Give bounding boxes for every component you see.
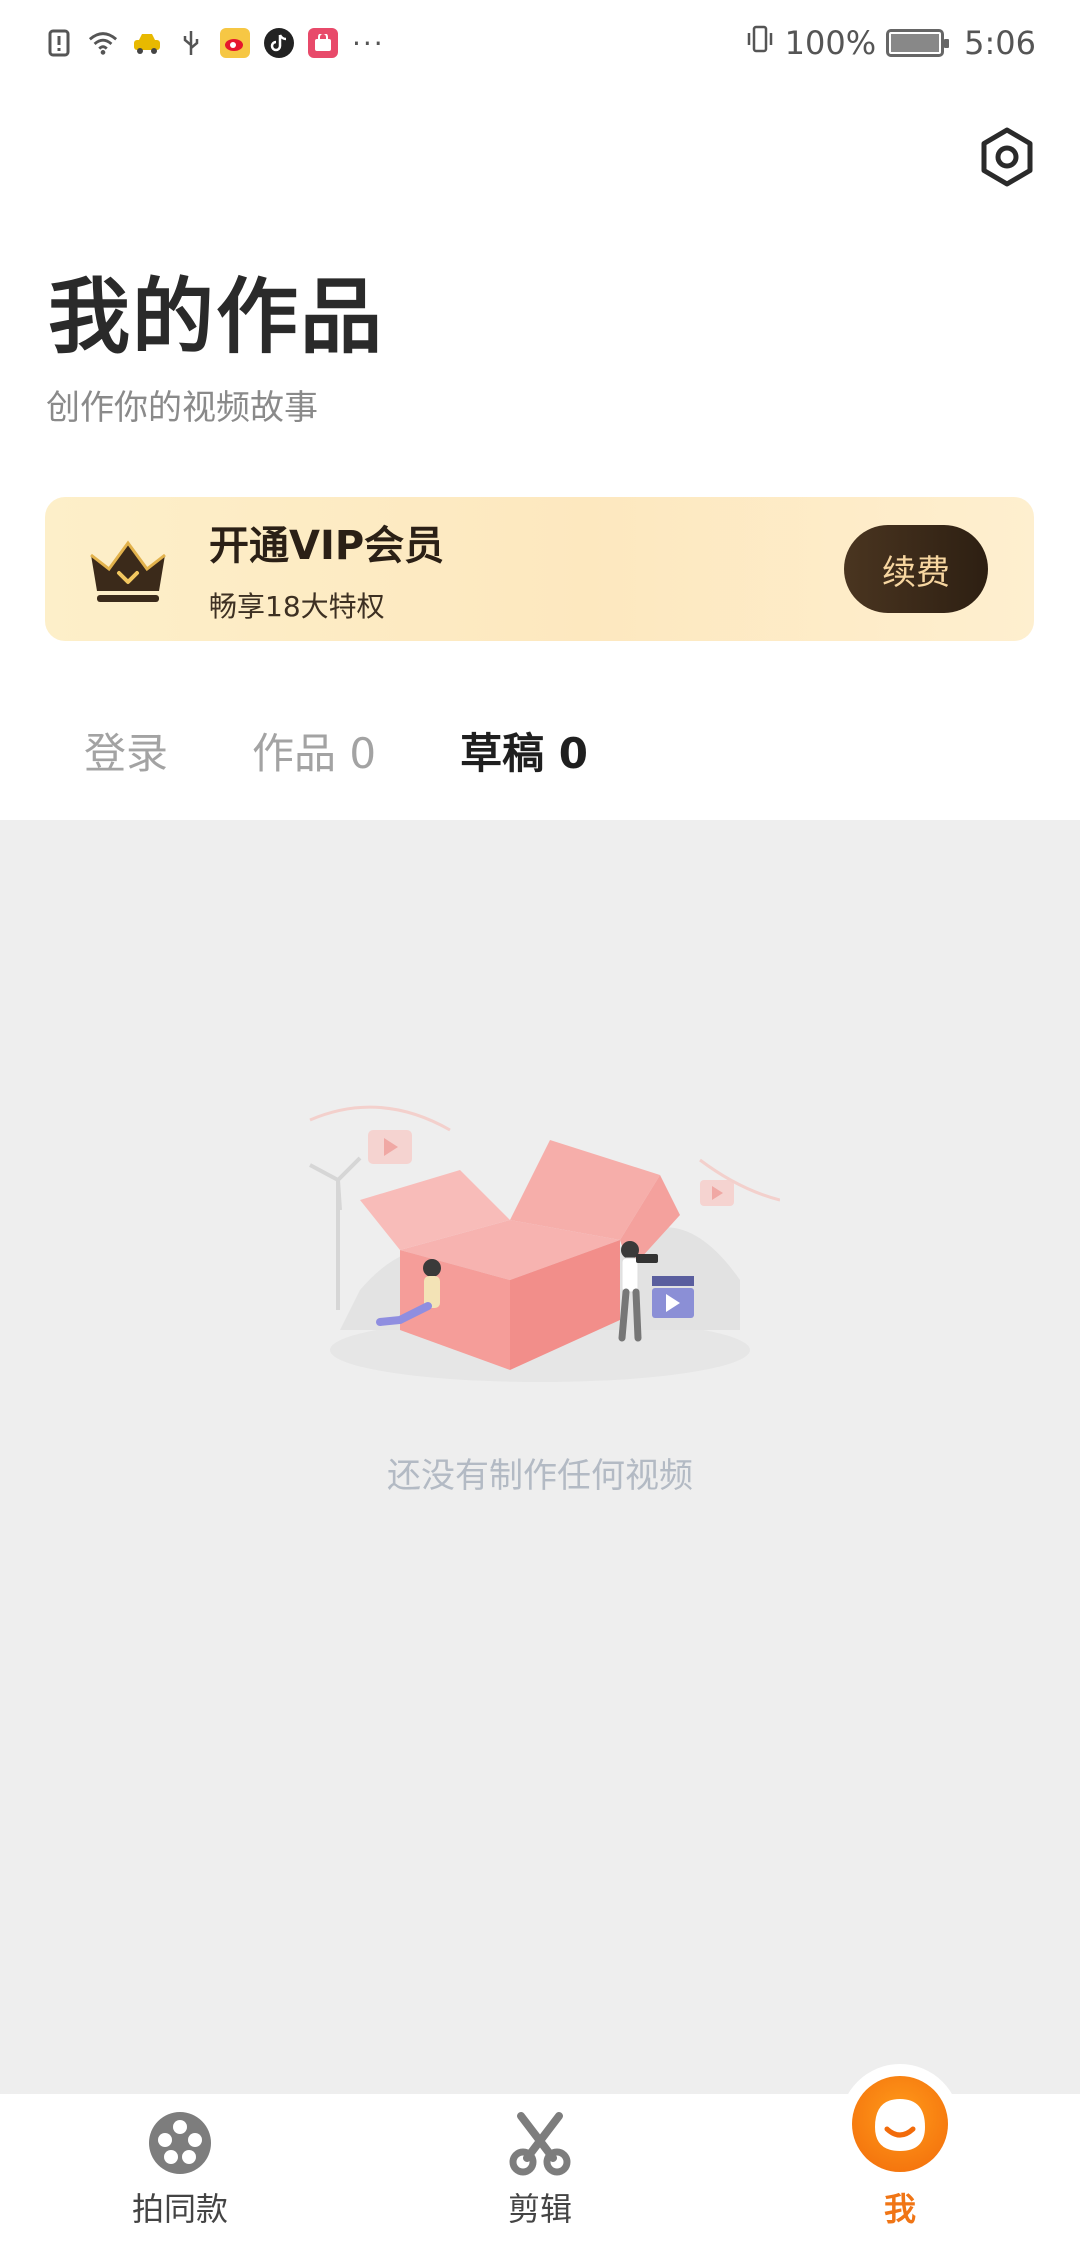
bottom-nav: 拍同款 剪辑 我 [0,2064,1080,2244]
settings-hexagon-icon [981,127,1033,187]
shop-app-icon [308,28,338,58]
status-bar: ··· 100% 5:06 [0,0,1080,86]
wifi-icon [88,28,118,58]
scissors-icon [509,2112,571,2176]
taxi-app-icon [132,28,162,58]
empty-state-text: 还没有制作任何视频 [387,1456,693,1496]
battery-percent: 100% [784,24,877,62]
tab-login[interactable]: 登录 [84,720,168,781]
page-title: 我的作品 [48,270,385,365]
tab-works[interactable]: 作品 0 [252,720,376,781]
nav-label-edit: 剪辑 [507,2190,572,2228]
film-reel-icon [149,2112,211,2174]
vip-text: 开通VIP会员 畅享18大特权 [209,513,444,625]
vip-subtitle: 畅享18大特权 [209,590,385,623]
tab-drafts[interactable]: 草稿 0 [460,720,588,781]
vip-title: 开通VIP会员 [209,523,445,569]
battery-icon [886,29,950,57]
settings-button[interactable] [974,124,1040,190]
vibrate-icon [745,24,775,62]
empty-box-illustration [300,1070,781,1390]
status-bar-right: 100% 5:06 [745,24,1036,62]
drafts-content-area: 还没有制作任何视频 [0,820,1080,2094]
renew-button[interactable]: 续费 [844,525,988,613]
profile-face-icon [852,2076,948,2172]
usb-icon [176,28,206,58]
page-subtitle: 创作你的视频故事 [46,388,318,428]
alert-icon [44,28,74,58]
clock: 5:06 [964,24,1036,62]
nav-item-edit[interactable]: 剪辑 [360,2094,720,2244]
tiktok-app-icon [264,28,294,58]
more-notifications-indicator: ··· [352,26,385,60]
works-tabs: 登录 作品 0 草稿 0 [84,720,588,781]
nav-item-same-style[interactable]: 拍同款 [0,2094,360,2244]
nav-label-me: 我 [883,2190,916,2228]
vip-banner[interactable]: 开通VIP会员 畅享18大特权 续费 [45,497,1034,641]
nav-label-same-style: 拍同款 [131,2190,228,2228]
weibo-app-icon [220,28,250,58]
crown-icon [83,529,173,609]
status-bar-left: ··· [44,27,385,60]
nav-item-me[interactable]: 我 [720,2064,1080,2244]
